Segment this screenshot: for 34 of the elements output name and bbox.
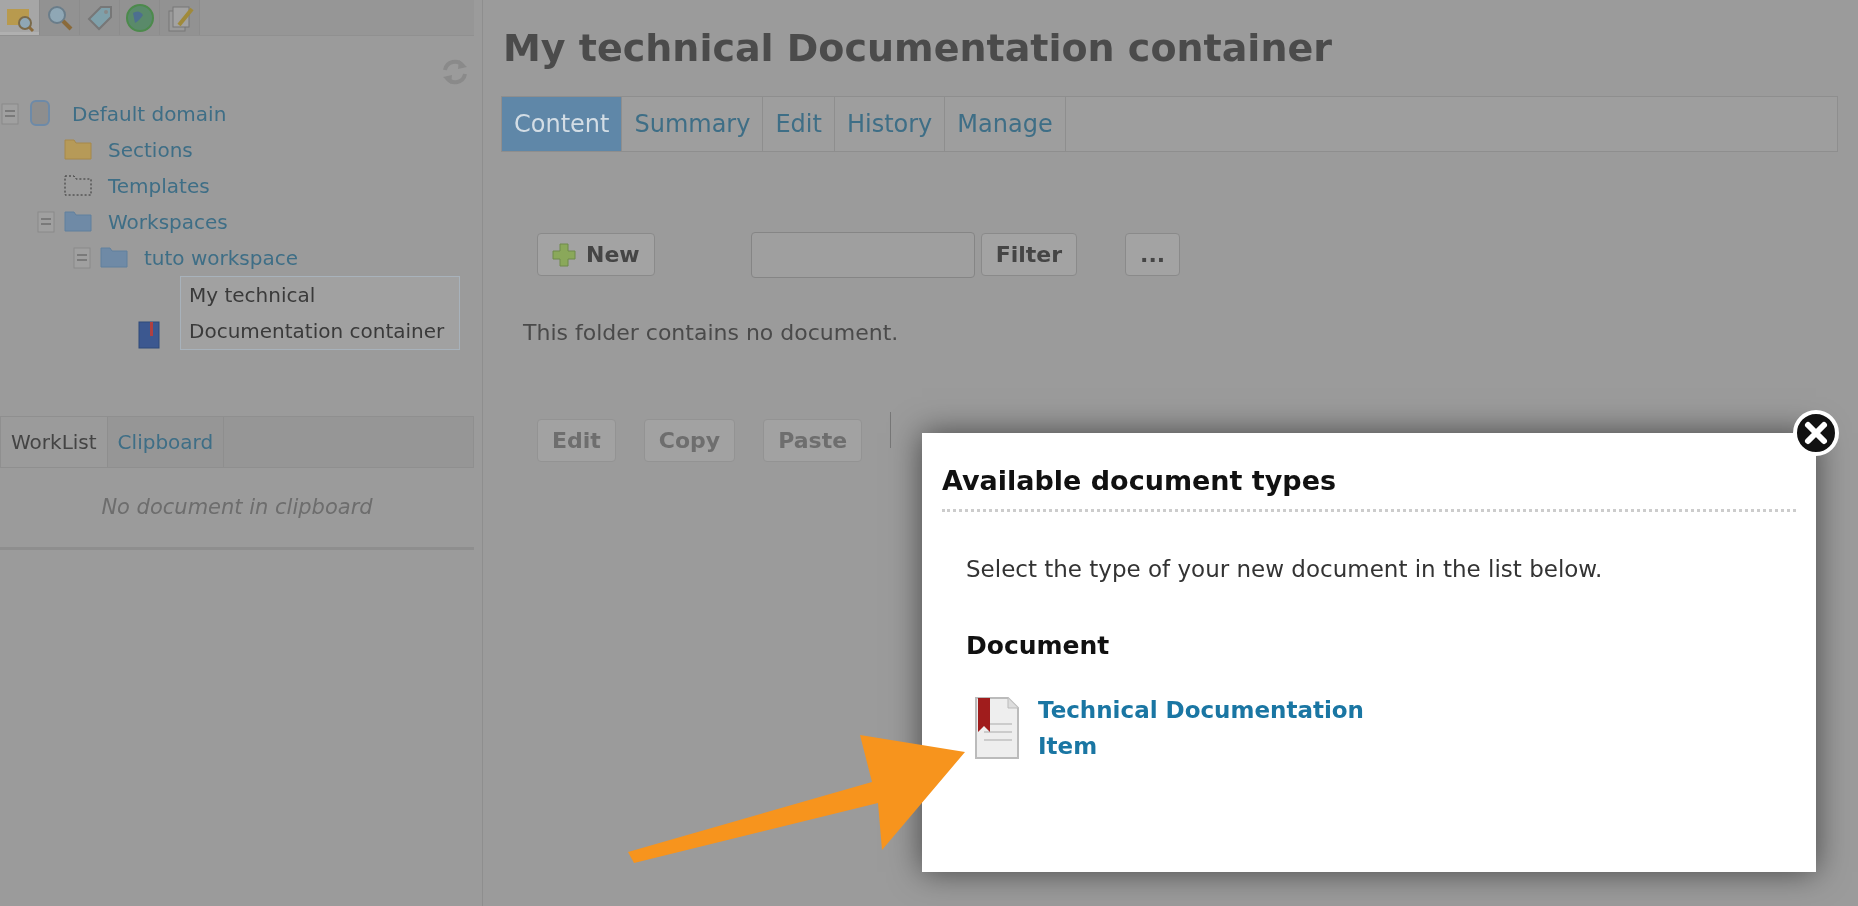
tree-item[interactable]: tuto workspace	[144, 243, 299, 273]
toolbar-tab[interactable]	[120, 0, 160, 35]
globe-icon	[124, 2, 155, 33]
tab[interactable]: Content	[502, 96, 623, 151]
plus-icon	[552, 242, 576, 267]
more-button[interactable]: ...	[1125, 233, 1181, 277]
toolbar-tab[interactable]	[40, 0, 80, 35]
toolbar-tab[interactable]	[0, 0, 40, 35]
close-button[interactable]	[1792, 409, 1840, 457]
tab[interactable]: History	[834, 96, 946, 151]
empty-message: This folder contains no document.	[523, 318, 900, 347]
tree-item[interactable]: Templates	[108, 171, 210, 201]
tree-item[interactable]: Workspaces	[108, 207, 228, 237]
tree-item[interactable]: Default domain	[72, 99, 227, 129]
toolbar-tab[interactable]	[160, 0, 200, 35]
collapse-icon[interactable]	[1, 103, 19, 125]
collapse-icon[interactable]	[37, 211, 55, 233]
dialog-title: Available document types	[942, 465, 1796, 513]
new-button[interactable]: New	[537, 233, 655, 277]
tab[interactable]: Summary	[622, 96, 764, 151]
tree-item[interactable]: Sections	[108, 135, 193, 165]
group-heading: Document	[966, 629, 1111, 662]
collapse-icon[interactable]	[73, 247, 91, 269]
document-icon	[972, 696, 1022, 761]
document-type-link[interactable]: Technical Documentation Item	[1038, 692, 1368, 765]
instruction-text: Select the type of your new document in the list below.	[966, 555, 1604, 585]
tab[interactable]: Edit	[763, 96, 835, 151]
toolbar-tab[interactable]	[80, 0, 120, 35]
filter-field[interactable]	[750, 231, 975, 278]
tab[interactable]: WorkList	[1, 416, 108, 467]
tree-item[interactable]: My technical Documentation container	[180, 276, 460, 350]
tab[interactable]: Manage	[945, 96, 1066, 151]
page-title: My technical Documentation container	[503, 26, 1333, 72]
filter-button[interactable]: Filter	[980, 233, 1078, 277]
